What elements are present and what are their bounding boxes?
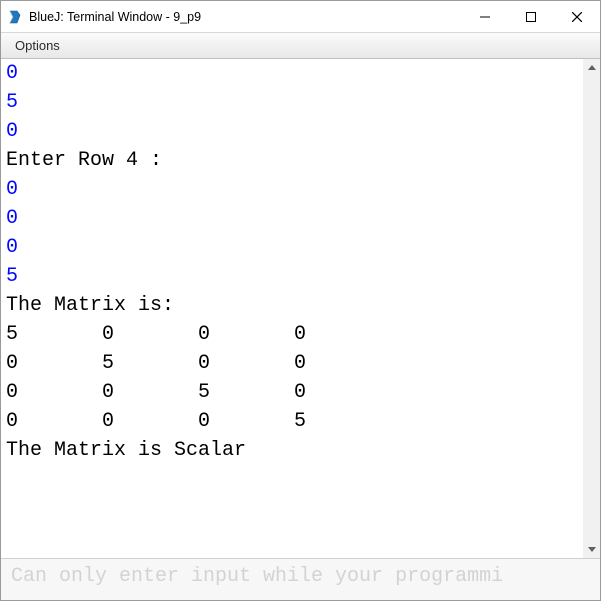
output-line: The Matrix is:: [6, 294, 174, 317]
matrix-row: 5 0 0 0: [6, 323, 306, 346]
close-button[interactable]: [554, 1, 600, 32]
user-input-line: 0: [6, 236, 18, 259]
output-line: The Matrix is Scalar: [6, 439, 246, 462]
user-input-line: 0: [6, 178, 18, 201]
user-input-line: 5: [6, 91, 18, 114]
window-controls: [462, 1, 600, 32]
vertical-scrollbar[interactable]: [583, 59, 600, 558]
matrix-row: 0 0 0 5: [6, 410, 306, 433]
matrix-row: 0 0 5 0: [6, 381, 306, 404]
user-input-line: 0: [6, 207, 18, 230]
window-titlebar: BlueJ: Terminal Window - 9_p9: [1, 1, 600, 33]
app-icon: [7, 9, 23, 25]
scroll-up-arrow[interactable]: [583, 59, 600, 76]
terminal-output[interactable]: 0 5 0 Enter Row 4 : 0 0 0 5 The Matrix i…: [1, 59, 583, 558]
scroll-down-arrow[interactable]: [583, 541, 600, 558]
scroll-track[interactable]: [583, 76, 600, 541]
user-input-line: 5: [6, 265, 18, 288]
menubar: Options: [1, 33, 600, 59]
user-input-line: 0: [6, 120, 18, 143]
minimize-button[interactable]: [462, 1, 508, 32]
menu-options[interactable]: Options: [9, 36, 66, 55]
matrix-row: 0 5 0 0: [6, 352, 306, 375]
terminal-input[interactable]: Can only enter input while your programm…: [1, 558, 600, 600]
user-input-line: 0: [6, 62, 18, 85]
window-title: BlueJ: Terminal Window - 9_p9: [29, 10, 201, 24]
terminal-wrap: 0 5 0 Enter Row 4 : 0 0 0 5 The Matrix i…: [1, 59, 600, 558]
prompt-line: Enter Row 4 :: [6, 149, 162, 172]
maximize-button[interactable]: [508, 1, 554, 32]
